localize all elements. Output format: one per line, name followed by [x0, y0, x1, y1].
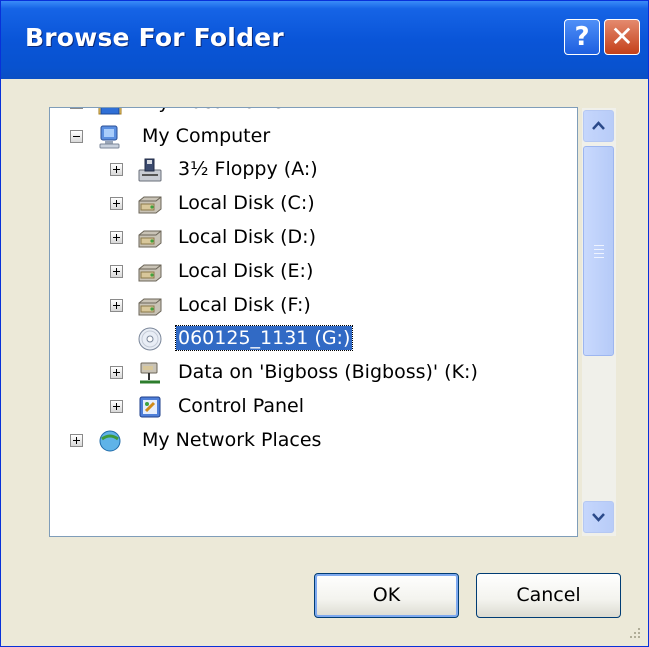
hard-disk-icon — [136, 258, 164, 286]
tree-item-label: Local Disk (C:) — [178, 192, 315, 214]
tree-item-label: Data on 'Bigboss (Bigboss)' (K:) — [178, 361, 478, 383]
expand-icon[interactable] — [110, 366, 123, 379]
browse-for-folder-dialog: Browse For Folder ? ✕ My Documents My Com… — [0, 0, 649, 647]
title-bar[interactable]: Browse For Folder ? ✕ — [1, 1, 648, 79]
expand-icon[interactable] — [110, 400, 123, 413]
collapse-icon[interactable] — [70, 130, 83, 143]
network-places-icon — [96, 427, 124, 455]
tree-item-label: Local Disk (E:) — [178, 260, 314, 282]
tree-item-label: Local Disk (F:) — [178, 294, 311, 316]
tree-item-label: Control Panel — [178, 395, 304, 417]
tree-item-label: My Documents — [140, 108, 286, 114]
tree-item[interactable]: Local Disk (E:) — [50, 255, 577, 289]
folder-tree[interactable]: My Documents My Computer 3½ Floppy (A:) Loc… — [49, 107, 616, 537]
close-button[interactable]: ✕ — [604, 19, 640, 55]
scroll-up-button[interactable] — [583, 110, 614, 142]
tree-item[interactable]: Local Disk (F:) — [50, 289, 577, 323]
cancel-button[interactable]: Cancel — [476, 573, 621, 618]
vertical-scrollbar[interactable] — [582, 108, 616, 536]
expand-icon[interactable] — [70, 434, 83, 447]
expand-icon[interactable] — [110, 231, 123, 244]
scroll-thumb[interactable] — [583, 146, 614, 356]
tree-item[interactable]: Local Disk (C:) — [50, 187, 577, 221]
tree-item-label: 3½ Floppy (A:) — [178, 158, 318, 180]
tree-item[interactable]: My Computer — [50, 120, 577, 154]
expand-icon[interactable] — [110, 299, 123, 312]
tree-item[interactable]: My Network Places — [50, 424, 577, 458]
tree-item-label: 060125_1131 (G:) — [174, 325, 354, 351]
tree-item[interactable]: 060125_1131 (G:) — [50, 322, 577, 356]
expand-icon[interactable] — [70, 108, 83, 109]
my-documents-icon — [96, 108, 124, 117]
expand-icon[interactable] — [110, 265, 123, 278]
network-drive-icon — [136, 359, 164, 387]
floppy-drive-icon — [136, 156, 164, 184]
control-panel-icon — [136, 393, 164, 421]
tree-item-label: My Computer — [142, 125, 271, 147]
expand-icon[interactable] — [110, 163, 123, 176]
hard-disk-icon — [136, 224, 164, 252]
close-icon: ✕ — [610, 20, 634, 53]
tree-item[interactable]: Local Disk (D:) — [50, 221, 577, 255]
tree-item[interactable]: My Documents — [50, 108, 577, 120]
chevron-down-icon — [592, 513, 605, 522]
tree-item-label: Local Disk (D:) — [178, 226, 316, 248]
chevron-up-icon — [592, 121, 605, 130]
expand-icon[interactable] — [110, 197, 123, 210]
folder-tree-list: My Documents My Computer 3½ Floppy (A:) Loc… — [50, 108, 577, 536]
tree-item[interactable]: Data on 'Bigboss (Bigboss)' (K:) — [50, 356, 577, 390]
ok-button[interactable]: OK — [314, 573, 459, 618]
help-icon: ? — [574, 22, 590, 52]
cd-drive-icon — [136, 325, 164, 353]
hard-disk-icon — [136, 190, 164, 218]
tree-item[interactable]: Control Panel — [50, 390, 577, 424]
tree-item[interactable]: 3½ Floppy (A:) — [50, 153, 577, 187]
dialog-title: Browse For Folder — [25, 23, 284, 52]
help-button[interactable]: ? — [564, 19, 600, 55]
scroll-down-button[interactable] — [583, 501, 614, 533]
hard-disk-icon — [136, 292, 164, 320]
tree-item-label: My Network Places — [142, 429, 322, 451]
my-computer-icon — [96, 123, 124, 151]
resize-grip[interactable] — [626, 624, 642, 640]
